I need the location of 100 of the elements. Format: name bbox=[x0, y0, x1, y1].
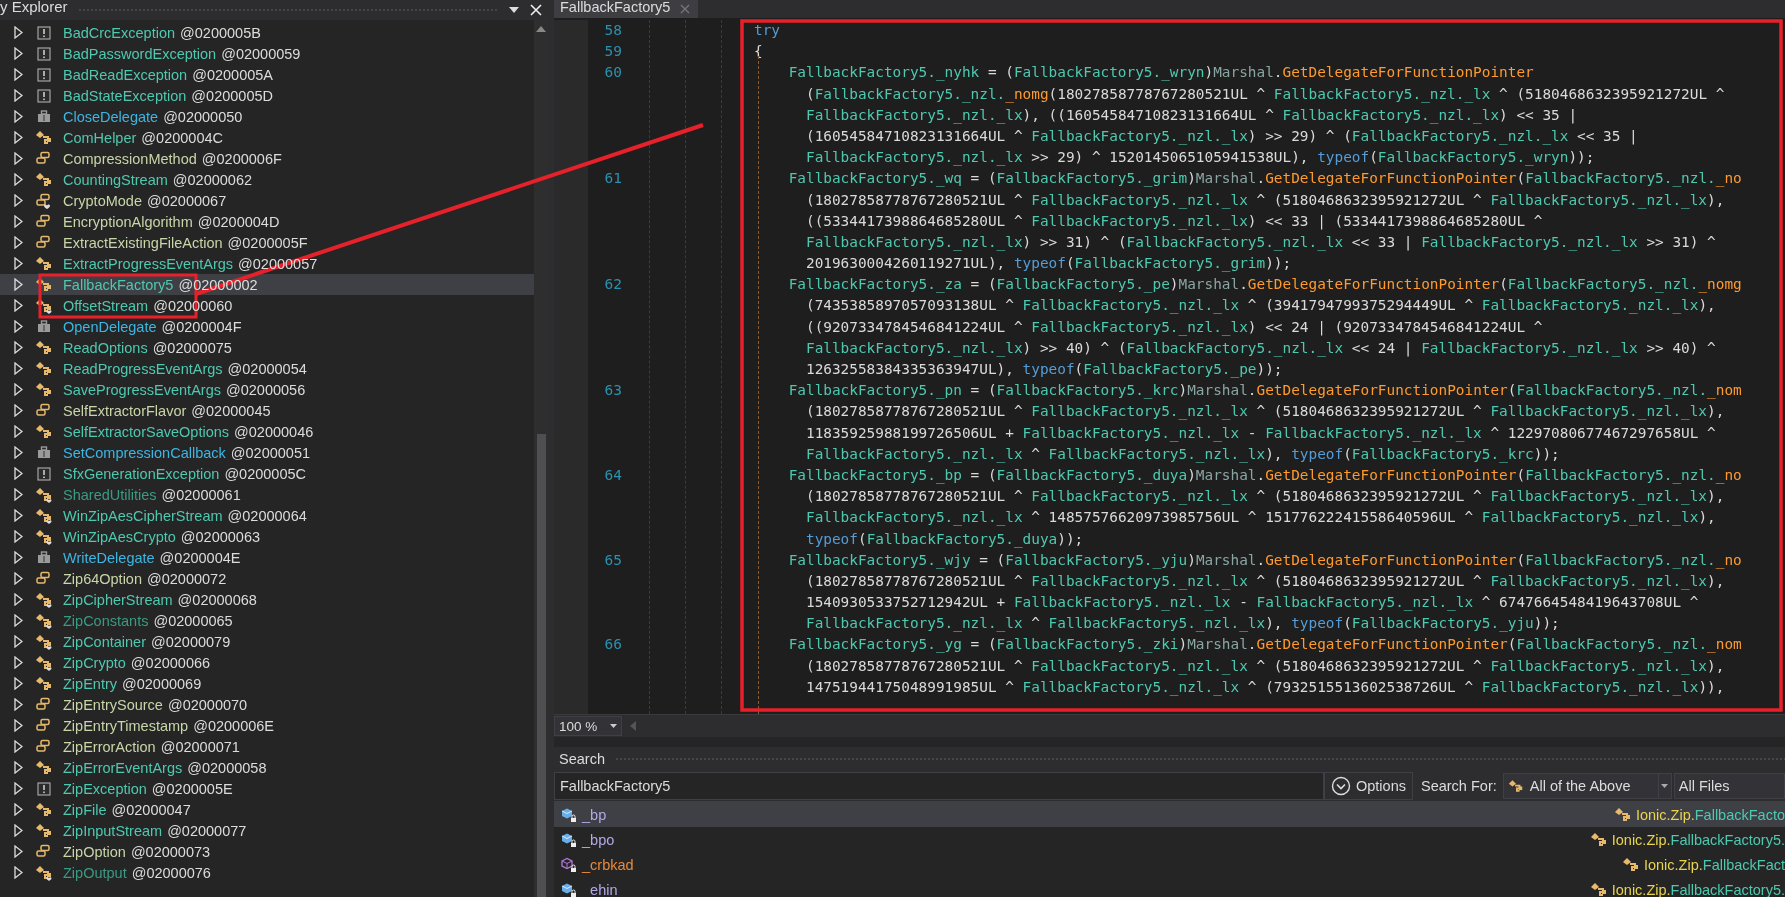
type-name: ZipErrorAction bbox=[63, 738, 156, 755]
expand-arrow-icon[interactable] bbox=[14, 467, 23, 480]
search-for-dropdown[interactable]: All of the Above bbox=[1502, 773, 1672, 799]
expand-arrow-icon[interactable] bbox=[14, 89, 23, 102]
expand-arrow-icon[interactable] bbox=[14, 488, 23, 501]
tree-item[interactable]: CompressionMethod @0200006F bbox=[0, 148, 534, 169]
file-scope-dropdown[interactable]: All Files bbox=[1673, 773, 1785, 799]
tree-item[interactable]: ZipInputStream @02000077 bbox=[0, 820, 534, 841]
tree-item[interactable]: ExtractExistingFileAction @0200005F bbox=[0, 232, 534, 253]
expand-arrow-icon[interactable] bbox=[14, 761, 23, 774]
expand-arrow-icon[interactable] bbox=[14, 341, 23, 354]
expand-arrow-icon[interactable] bbox=[14, 677, 23, 690]
tree-item[interactable]: ZipCrypto @02000066 bbox=[0, 652, 534, 673]
type-name: SelfExtractorSaveOptions bbox=[63, 423, 230, 440]
metadata-token: @02000063 bbox=[180, 528, 261, 545]
tree-item[interactable]: ZipOutput @02000076 bbox=[0, 862, 534, 883]
expand-arrow-icon[interactable] bbox=[14, 782, 23, 795]
result-row[interactable]: _crbkad Ionic.Zip.FallbackFact bbox=[554, 852, 1785, 877]
tree-item[interactable]: ZipConstants @02000065 bbox=[0, 610, 534, 631]
expand-arrow-icon[interactable] bbox=[14, 719, 23, 732]
tree-item[interactable]: ZipCipherStream @02000068 bbox=[0, 589, 534, 610]
zoom-dropdown[interactable]: 100 % bbox=[554, 716, 622, 736]
tree-item[interactable]: SharedUtilities @02000061 bbox=[0, 484, 534, 505]
scroll-up-icon[interactable] bbox=[536, 26, 546, 32]
tree-item[interactable]: ZipContainer @02000079 bbox=[0, 631, 534, 652]
tree-item[interactable]: WriteDelegate @0200004E bbox=[0, 547, 534, 568]
expand-arrow-icon[interactable] bbox=[14, 236, 23, 249]
tree-item[interactable]: SetCompressionCallback @02000051 bbox=[0, 442, 534, 463]
expand-arrow-icon[interactable] bbox=[14, 299, 23, 312]
expand-arrow-icon[interactable] bbox=[14, 446, 23, 459]
tree-item[interactable]: BadCrcException @0200005B bbox=[0, 22, 534, 43]
expand-arrow-icon[interactable] bbox=[14, 824, 23, 837]
expand-arrow-icon[interactable] bbox=[14, 278, 23, 291]
tree-item[interactable]: CloseDelegate @02000050 bbox=[0, 106, 534, 127]
expand-arrow-icon[interactable] bbox=[14, 572, 23, 585]
tree-item[interactable]: SelfExtractorFlavor @02000045 bbox=[0, 400, 534, 421]
metadata-token: @02000070 bbox=[167, 696, 248, 713]
expand-arrow-icon[interactable] bbox=[14, 656, 23, 669]
tree-item[interactable]: CountingStream @02000062 bbox=[0, 169, 534, 190]
result-row[interactable]: _bpo Ionic.Zip.FallbackFactory5. bbox=[554, 827, 1785, 852]
tree-item[interactable]: BadReadException @0200005A bbox=[0, 64, 534, 85]
expand-arrow-icon[interactable] bbox=[14, 47, 23, 60]
expand-arrow-icon[interactable] bbox=[14, 110, 23, 123]
expand-arrow-icon[interactable] bbox=[14, 551, 23, 564]
tree-item[interactable]: SaveProgressEventArgs @02000056 bbox=[0, 379, 534, 400]
expand-arrow-icon[interactable] bbox=[14, 257, 23, 270]
options-button[interactable]: Options bbox=[1324, 772, 1413, 800]
expand-arrow-icon[interactable] bbox=[14, 635, 23, 648]
tree-item[interactable]: ZipOption @02000073 bbox=[0, 841, 534, 862]
expand-arrow-icon[interactable] bbox=[14, 194, 23, 207]
dropdown-icon[interactable] bbox=[508, 6, 520, 14]
expand-arrow-icon[interactable] bbox=[14, 215, 23, 228]
tree-item[interactable]: OpenDelegate @0200004F bbox=[0, 316, 534, 337]
expand-arrow-icon[interactable] bbox=[14, 404, 23, 417]
tree-item[interactable]: ZipEntrySource @02000070 bbox=[0, 694, 534, 715]
tree-item[interactable]: ZipEntry @02000069 bbox=[0, 673, 534, 694]
expand-arrow-icon[interactable] bbox=[14, 740, 23, 753]
expand-arrow-icon[interactable] bbox=[14, 845, 23, 858]
result-row[interactable]: _ehin Ionic.Zip.FallbackFactory5. bbox=[554, 877, 1785, 897]
expand-arrow-icon[interactable] bbox=[14, 698, 23, 711]
expand-arrow-icon[interactable] bbox=[14, 509, 23, 522]
expand-arrow-icon[interactable] bbox=[14, 26, 23, 39]
tree-item[interactable]: CryptoMode @02000067 bbox=[0, 190, 534, 211]
tree-item[interactable]: WinZipAesCipherStream @02000064 bbox=[0, 505, 534, 526]
expand-arrow-icon[interactable] bbox=[14, 383, 23, 396]
tree-item[interactable]: ZipException @0200005E bbox=[0, 778, 534, 799]
tree-item[interactable]: WinZipAesCrypto @02000063 bbox=[0, 526, 534, 547]
tree-item[interactable]: ZipErrorEventArgs @02000058 bbox=[0, 757, 534, 778]
class-hierarchy-icon bbox=[35, 255, 53, 272]
expand-arrow-icon[interactable] bbox=[14, 131, 23, 144]
code-line: FallbackFactory5._nzl._lx ^ FallbackFactory5._nzl._lx), typeof(FallbackFactory5._yju)); bbox=[805, 614, 1560, 634]
expand-arrow-icon[interactable] bbox=[14, 152, 23, 165]
tree-item[interactable]: ZipErrorAction @02000071 bbox=[0, 736, 534, 757]
expand-arrow-icon[interactable] bbox=[14, 614, 23, 627]
exclamation-box-icon bbox=[35, 46, 53, 61]
expand-arrow-icon[interactable] bbox=[14, 68, 23, 81]
tree-item[interactable]: BadPasswordException @02000059 bbox=[0, 43, 534, 64]
search-field[interactable]: FallbackFactory5 bbox=[554, 772, 1324, 800]
tree-item[interactable]: SelfExtractorSaveOptions @02000046 bbox=[0, 421, 534, 442]
tree-item[interactable]: BadStateException @0200005D bbox=[0, 85, 534, 106]
expand-arrow-icon[interactable] bbox=[14, 593, 23, 606]
tree-item[interactable]: EncryptionAlgorithm @0200004D bbox=[0, 211, 534, 232]
tree-item[interactable]: ReadProgressEventArgs @02000054 bbox=[0, 358, 534, 379]
tree-item[interactable]: Zip64Option @02000072 bbox=[0, 568, 534, 589]
expand-arrow-icon[interactable] bbox=[14, 803, 23, 816]
tree-item[interactable]: SfxGenerationException @0200005C bbox=[0, 463, 534, 484]
document-tab[interactable]: FallbackFactory5 bbox=[554, 0, 699, 18]
scrollbar[interactable] bbox=[534, 20, 548, 897]
expand-arrow-icon[interactable] bbox=[14, 425, 23, 438]
expand-arrow-icon[interactable] bbox=[14, 362, 23, 375]
result-row[interactable]: _bp Ionic.Zip.FallbackFacto bbox=[554, 802, 1785, 827]
expand-arrow-icon[interactable] bbox=[14, 320, 23, 333]
tree-item[interactable]: ZipFile @02000047 bbox=[0, 799, 534, 820]
class-hierarchy-icon bbox=[35, 822, 53, 839]
tree-item[interactable]: ComHelper @0200004C bbox=[0, 127, 534, 148]
expand-arrow-icon[interactable] bbox=[14, 530, 23, 543]
tree-item[interactable]: ReadOptions @02000075 bbox=[0, 337, 534, 358]
expand-arrow-icon[interactable] bbox=[14, 866, 23, 879]
expand-arrow-icon[interactable] bbox=[14, 173, 23, 186]
tree-item[interactable]: ZipEntryTimestamp @0200006E bbox=[0, 715, 534, 736]
